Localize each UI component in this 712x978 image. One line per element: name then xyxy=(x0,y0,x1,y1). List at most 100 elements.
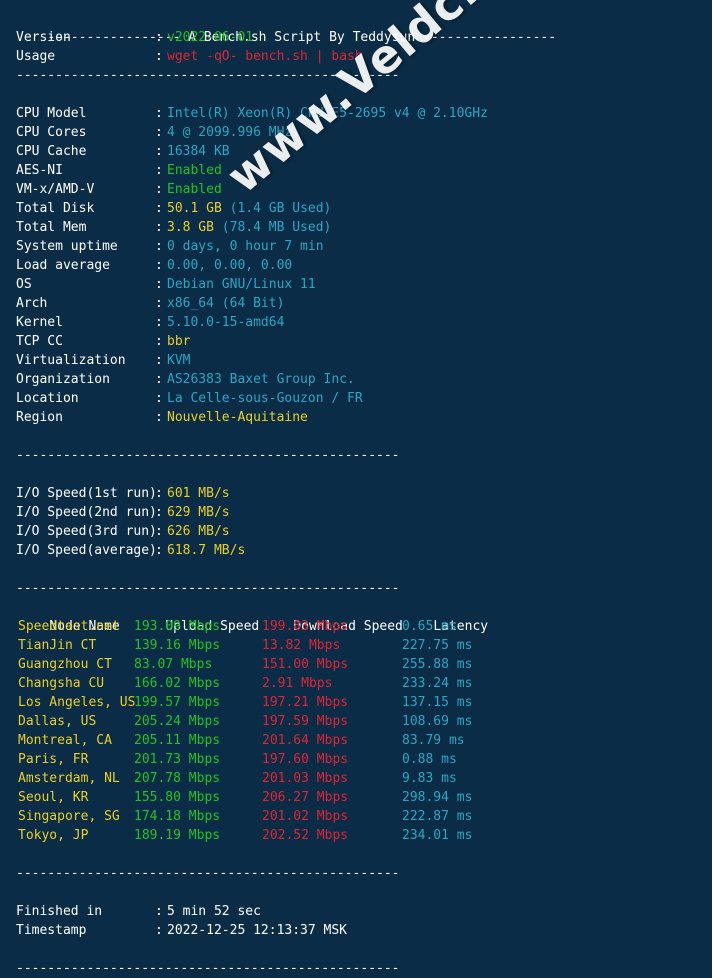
sysinfo-row: OS: Debian GNU/Linux 11 xyxy=(0,275,712,294)
footer-colon: : xyxy=(155,923,163,938)
sysinfo-row: System uptime:0 days, 0 hour 7 min xyxy=(0,237,712,256)
sysinfo-value: La Celle-sous-Gouzon / FR xyxy=(167,391,363,406)
sysinfo-colon: : xyxy=(155,372,163,387)
sysinfo-value: KVM xyxy=(167,353,191,368)
io-speed-row: I/O Speed(2nd run): 629 MB/s xyxy=(0,503,712,522)
sysinfo-value: 5.10.0-15-amd64 xyxy=(167,315,285,330)
sysinfo-value: Debian GNU/Linux 11 xyxy=(167,277,316,292)
speedtest-cell-node-name: Changsha CU xyxy=(18,676,105,691)
speedtest-cell-download-speed: 13.82 Mbps xyxy=(262,638,341,653)
io-speed-value: 626 MB/s xyxy=(167,524,230,539)
sysinfo-label: Region xyxy=(16,410,63,425)
sysinfo-colon: : xyxy=(155,125,163,140)
sysinfo-colon: : xyxy=(155,353,163,368)
sysinfo-value: x86_64 (64 Bit) xyxy=(167,296,285,311)
sysinfo-row: CPU Cores:4 @ 2099.996 MHz xyxy=(0,123,712,142)
speedtest-row: Amsterdam, NL 207.78 Mbps 201.03 Mbps 9.83 … xyxy=(0,769,712,788)
speedtest-table-body: Speedtest.net 193.09 Mbps 199.83 Mbps 0.65 … xyxy=(0,617,712,845)
speedtest-cell-download-speed: 151.00 Mbps xyxy=(262,657,349,672)
io-speed-value: 618.7 MB/s xyxy=(167,543,246,558)
sysinfo-colon: : xyxy=(155,277,163,292)
speedtest-cell-upload-speed: 207.78 Mbps xyxy=(134,771,221,786)
sysinfo-row: AES-NI: Enabled xyxy=(0,161,712,180)
sysinfo-label: Arch xyxy=(16,296,48,311)
sysinfo-row: Kernel:5.10.0-15-amd64 xyxy=(0,313,712,332)
speedtest-cell-upload-speed: 199.57 Mbps xyxy=(134,695,221,710)
speedtest-cell-upload-speed: 201.73 Mbps xyxy=(134,752,221,767)
sysinfo-colon: : xyxy=(155,144,163,159)
speedtest-cell-download-speed: 201.03 Mbps xyxy=(262,771,349,786)
sysinfo-value: bbr xyxy=(167,334,191,349)
speedtest-row: Seoul, KR 155.80 Mbps 206.27 Mbps 298.94 ms xyxy=(0,788,712,807)
speedtest-header-row: Node Name Upload Speed Download Speed Laten… xyxy=(0,598,712,634)
io-speed-section: I/O Speed(1st run): 601 MB/s I/O Speed(2nd… xyxy=(0,484,712,560)
footer-row: Timestamp:2022-12-25 12:13:37 MSK xyxy=(0,921,712,940)
sysinfo-colon: : xyxy=(155,258,163,273)
speedtest-cell-download-speed: 201.02 Mbps xyxy=(262,809,349,824)
sysinfo-colon: : xyxy=(155,315,163,330)
sysinfo-colon: : xyxy=(155,296,163,311)
system-info-section: CPU Model: Intel(R) Xeon(R) CPU E5-2695 v… xyxy=(0,104,712,427)
speedtest-row: Tokyo, JP 189.19 Mbps 202.52 Mbps 234.01 ms xyxy=(0,826,712,845)
footer-label: Timestamp xyxy=(16,923,87,938)
sysinfo-label: Location xyxy=(16,391,79,406)
intro-row: Usage: wget -qO- bench.sh | bash xyxy=(0,47,712,66)
sysinfo-colon: : xyxy=(155,182,163,197)
speedtest-cell-node-name: Tokyo, JP xyxy=(18,828,89,843)
io-speed-colon: : xyxy=(155,486,163,501)
speedtest-cell-node-name: Singapore, SG xyxy=(18,809,120,824)
speedtest-cell-latency: 0.65 ms xyxy=(402,619,457,634)
speedtest-row: Guangzhou CT 83.07 Mbps 151.00 Mbps 255.88 … xyxy=(0,655,712,674)
speedtest-cell-download-speed: 201.64 Mbps xyxy=(262,733,349,748)
sysinfo-row: Total Disk:50.1 GB (1.4 GB Used) xyxy=(0,199,712,218)
io-speed-colon: : xyxy=(155,524,163,539)
separator-bottom: ----------------------------------------… xyxy=(16,961,400,976)
sysinfo-colon: : xyxy=(155,163,163,178)
speedtest-cell-download-speed: 199.83 Mbps xyxy=(262,619,349,634)
sysinfo-row: Arch: x86_64 (64 Bit) xyxy=(0,294,712,313)
speedtest-cell-upload-speed: 205.24 Mbps xyxy=(134,714,221,729)
speedtest-row: Changsha CU 166.02 Mbps 2.91 Mbps 233.24 ms xyxy=(0,674,712,693)
sysinfo-value: 4 @ 2099.996 MHz xyxy=(167,125,293,140)
io-speed-label: I/O Speed(3rd run) xyxy=(16,524,157,539)
sysinfo-label: CPU Cache xyxy=(16,144,87,159)
sysinfo-value: Intel(R) Xeon(R) CPU E5-2695 v4 @ 2.10GH… xyxy=(167,106,488,121)
speedtest-row: Singapore, SG 174.18 Mbps 201.02 Mbps 222.8… xyxy=(0,807,712,826)
intro-label: Version xyxy=(16,30,71,45)
footer-row: Finished in:5 min 52 sec xyxy=(0,902,712,921)
speedtest-cell-upload-speed: 189.19 Mbps xyxy=(134,828,221,843)
sysinfo-colon: : xyxy=(155,220,163,235)
speedtest-cell-upload-speed: 205.11 Mbps xyxy=(134,733,221,748)
speedtest-cell-latency: 9.83 ms xyxy=(402,771,457,786)
speedtest-row: Dallas, US 205.24 Mbps 197.59 Mbps 108.69 m… xyxy=(0,712,712,731)
sysinfo-row: Location: La Celle-sous-Gouzon / FR xyxy=(0,389,712,408)
terminal-output: ----------------- A Bench.sh Script By T… xyxy=(0,0,712,978)
sysinfo-label: AES-NI xyxy=(16,163,63,178)
sysinfo-colon: : xyxy=(155,106,163,121)
io-speed-value: 601 MB/s xyxy=(167,486,230,501)
speedtest-cell-latency: 137.15 ms xyxy=(402,695,473,710)
sysinfo-value: 0 days, 0 hour 7 min xyxy=(167,239,324,254)
sysinfo-row: Organization: AS26383 Baxet Group Inc. xyxy=(0,370,712,389)
script-title-line: ----------------- A Bench.sh Script By T… xyxy=(0,9,712,45)
speedtest-cell-node-name: Speedtest.net xyxy=(18,619,120,634)
sysinfo-label: Virtualization xyxy=(16,353,126,368)
intro-colon: : xyxy=(155,30,163,45)
separator-after-speedtest: ----------------------------------------… xyxy=(16,866,400,881)
io-speed-label: I/O Speed(1st run) xyxy=(16,486,157,501)
sysinfo-label: CPU Model xyxy=(16,106,87,121)
sysinfo-colon: : xyxy=(155,334,163,349)
io-speed-value: 629 MB/s xyxy=(167,505,230,520)
speedtest-cell-download-speed: 197.21 Mbps xyxy=(262,695,349,710)
sysinfo-row: VM-x/AMD-V: Enabled xyxy=(0,180,712,199)
sysinfo-colon: : xyxy=(155,410,163,425)
sysinfo-row: Virtualization: KVM xyxy=(0,351,712,370)
title-separator-right: ----------------- xyxy=(423,30,557,45)
intro-label: Usage xyxy=(16,49,56,64)
speedtest-cell-node-name: Amsterdam, NL xyxy=(18,771,120,786)
